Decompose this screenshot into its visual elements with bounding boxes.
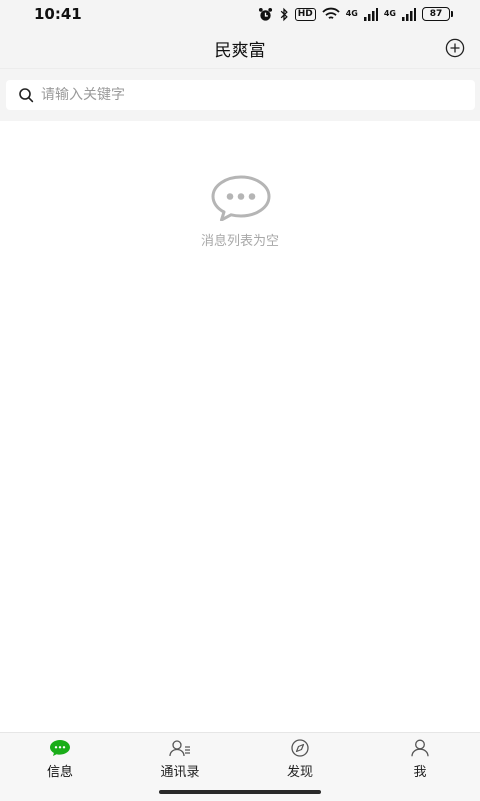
tab-me[interactable]: 我: [360, 733, 480, 789]
status-icons: HD 4G 4G 87: [258, 6, 453, 22]
chat-bubble-icon: [50, 740, 70, 756]
status-time: 10:41: [34, 5, 82, 23]
alarm-icon: [258, 7, 272, 21]
person-icon: [411, 739, 429, 757]
status-bar: 10:41 HD 4G 4G 87: [0, 0, 480, 28]
page-title: 民爽富: [214, 41, 266, 61]
chat-bubble-icon: [211, 175, 271, 221]
tab-label: 发现: [286, 765, 313, 780]
search-input[interactable]: [41, 87, 441, 103]
hd-badge: HD: [294, 7, 316, 21]
empty-message: 消息列表为空: [200, 234, 279, 249]
compass-icon: [291, 739, 309, 757]
signal-2-label: 4G: [383, 9, 396, 18]
tab-contacts[interactable]: 通讯录: [120, 733, 240, 789]
nav-bar: 民爽富: [0, 28, 480, 69]
tab-label: 我: [413, 765, 427, 780]
signal-bars-icon: [363, 7, 378, 21]
signal-bars-icon: [402, 7, 416, 21]
wifi-icon: [322, 7, 340, 19]
contacts-icon: [169, 740, 190, 757]
search-icon: [19, 88, 34, 103]
tab-label: 信息: [46, 765, 73, 780]
battery-indicator: 87: [422, 7, 453, 21]
tab-messages[interactable]: 信息: [0, 733, 120, 789]
home-indicator[interactable]: [159, 790, 321, 794]
tab-bar: 信息 通讯录 发现 我: [0, 732, 480, 801]
tab-discover[interactable]: 发现: [240, 733, 360, 789]
signal-1-label: 4G: [345, 9, 358, 18]
bluetooth-icon: [280, 7, 288, 21]
add-button[interactable]: [445, 38, 465, 58]
search-area: [0, 69, 480, 121]
tab-label: 通讯录: [160, 765, 200, 780]
search-box[interactable]: [6, 80, 475, 110]
